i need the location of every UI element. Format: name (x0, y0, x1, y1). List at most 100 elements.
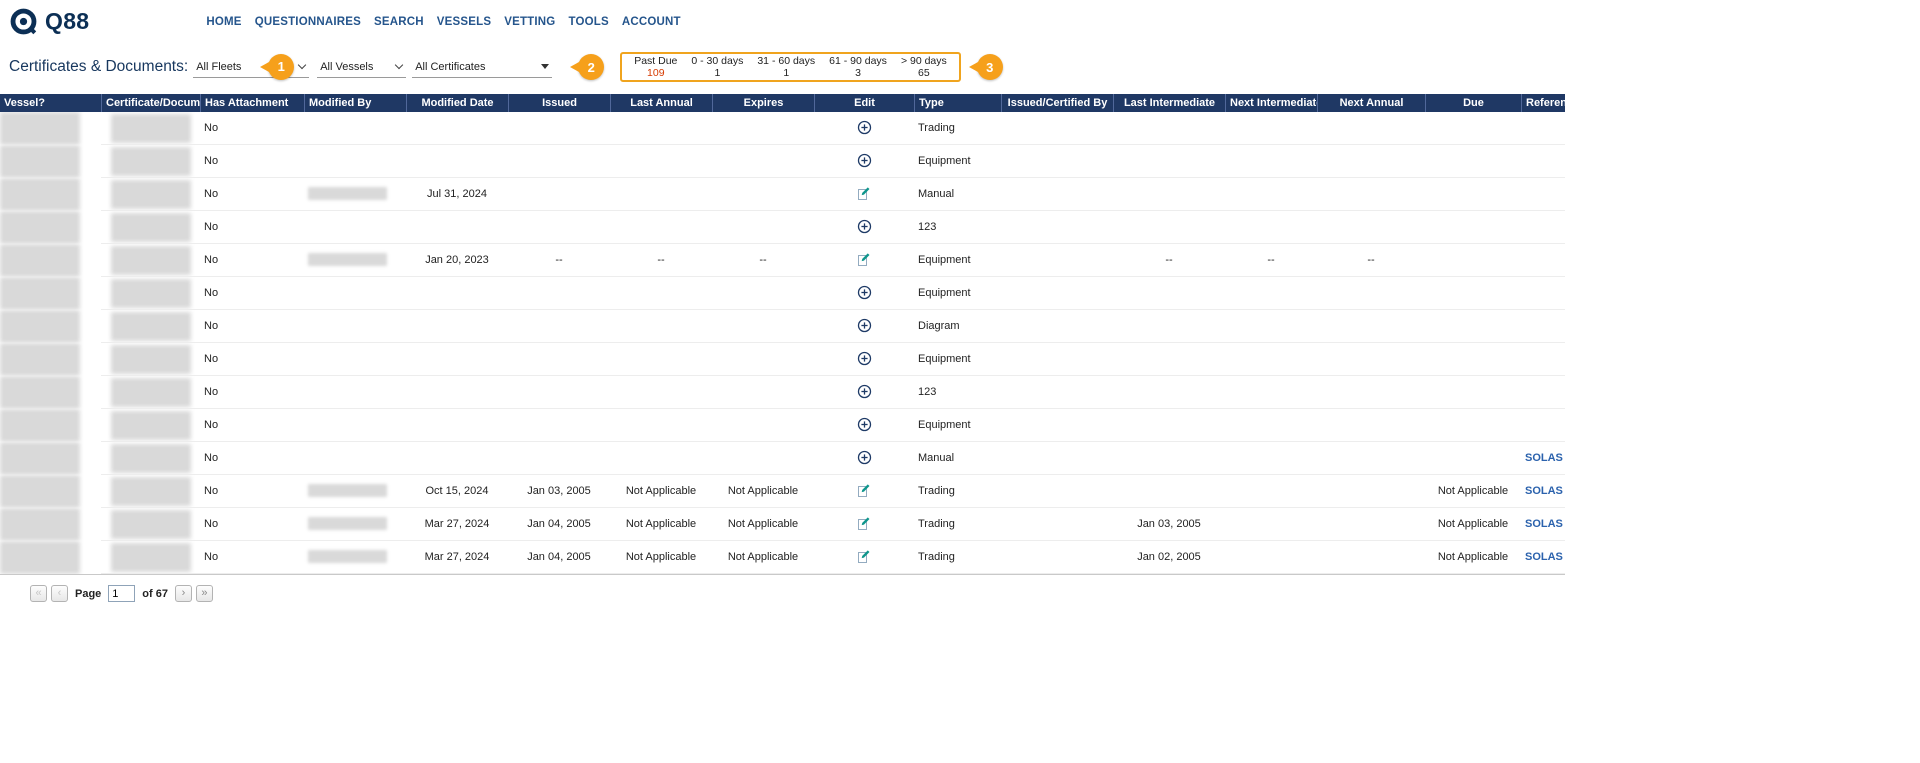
column-header-next_annual[interactable]: Next Annual (1317, 94, 1425, 112)
table-row: NoDiagram (0, 310, 1565, 343)
certificate-filter-select[interactable]: All Certificates (412, 57, 552, 78)
next-page-button[interactable]: › (175, 585, 192, 602)
add-entry-button[interactable] (857, 120, 872, 135)
summary-item-61-90-days[interactable]: 61 - 90 days3 (822, 56, 894, 78)
circle-plus-icon (857, 285, 872, 300)
column-header-certificate[interactable]: Certificate/Document? (101, 94, 200, 112)
cell-expires (712, 343, 814, 376)
cell-expires: Not Applicable (712, 541, 814, 574)
reference-link[interactable]: SOLAS (1525, 485, 1563, 497)
cell-due (1425, 178, 1521, 211)
annotation-badge-2-number: 2 (588, 60, 595, 75)
fleet-filter-select[interactable]: All Fleets 1 (193, 57, 309, 78)
add-entry-button[interactable] (857, 219, 872, 234)
pagination-bar: « ‹ Page of 67 › » (30, 585, 1920, 602)
cell-reference: SOLAS (1521, 442, 1565, 475)
column-header-expires[interactable]: Expires (712, 94, 814, 112)
column-header-vessel[interactable]: Vessel? (0, 94, 101, 112)
summary-item-31-60-days[interactable]: 31 - 60 days1 (750, 56, 822, 78)
summary-item-90-days[interactable]: > 90 days65 (894, 56, 954, 78)
add-entry-button[interactable] (857, 351, 872, 366)
column-header-has_attachment[interactable]: Has Attachment (200, 94, 304, 112)
cell-next_intermediate (1225, 310, 1317, 343)
cell-last_intermediate (1113, 112, 1225, 145)
q88-logo[interactable]: Q88 (9, 7, 89, 36)
cell-last_intermediate (1113, 145, 1225, 178)
nav-link-questionnaires[interactable]: QUESTIONNAIRES (255, 16, 361, 28)
nav-link-vetting[interactable]: VETTING (504, 16, 555, 28)
summary-item-0-30-days[interactable]: 0 - 30 days1 (684, 56, 750, 78)
cell-modified_by (304, 376, 406, 409)
cell-has_attachment: No (200, 277, 304, 310)
column-header-modified_date[interactable]: Modified Date (406, 94, 508, 112)
cell-issued_certified_by (1001, 343, 1113, 376)
last-page-button[interactable]: » (196, 585, 213, 602)
cell-next_annual (1317, 112, 1425, 145)
nav-link-account[interactable]: ACCOUNT (622, 16, 681, 28)
column-header-modified_by[interactable]: Modified By (304, 94, 406, 112)
page-number-input[interactable] (108, 585, 135, 602)
edit-note-icon (857, 549, 872, 564)
cell-issued: Jan 04, 2005 (508, 541, 610, 574)
cell-modified_by (304, 244, 406, 277)
redacted-modified_by (308, 253, 387, 266)
add-entry-button[interactable] (857, 384, 872, 399)
cell-issued_certified_by (1001, 310, 1113, 343)
nav-link-tools[interactable]: TOOLS (568, 16, 608, 28)
column-header-type[interactable]: Type (914, 94, 1001, 112)
cell-last_annual: Not Applicable (610, 541, 712, 574)
cell-reference (1521, 178, 1565, 211)
summary-label: 31 - 60 days (757, 55, 815, 67)
cell-has_attachment: No (200, 211, 304, 244)
cell-next_intermediate (1225, 442, 1317, 475)
cell-last_annual (610, 409, 712, 442)
cell-next_intermediate (1225, 343, 1317, 376)
column-header-issued_certified_by[interactable]: Issued/Certified By (1001, 94, 1113, 112)
reference-link[interactable]: SOLAS (1525, 452, 1563, 464)
cell-expires (712, 112, 814, 145)
cell-modified_date: Jul 31, 2024 (406, 178, 508, 211)
column-header-next_intermediate[interactable]: Next Intermediate (1225, 94, 1317, 112)
previous-page-button[interactable]: ‹ (51, 585, 68, 602)
cell-vessel (0, 277, 101, 310)
table-row: NoManualSOLAS (0, 442, 1565, 475)
reference-link[interactable]: SOLAS (1525, 518, 1563, 530)
column-header-reference[interactable]: Reference (1521, 94, 1565, 112)
cell-vessel (0, 112, 101, 145)
add-entry-button[interactable] (857, 318, 872, 333)
cell-modified_date (406, 277, 508, 310)
edit-entry-button[interactable] (857, 186, 872, 201)
add-entry-button[interactable] (857, 417, 872, 432)
reference-link[interactable]: SOLAS (1525, 551, 1563, 563)
edit-entry-button[interactable] (857, 252, 872, 267)
cell-certificate (101, 508, 200, 541)
nav-link-home[interactable]: HOME (206, 16, 241, 28)
cell-issued (508, 310, 610, 343)
cell-reference (1521, 343, 1565, 376)
first-page-button[interactable]: « (30, 585, 47, 602)
vessel-filter-select[interactable]: All Vessels (317, 57, 406, 78)
column-header-last_intermediate[interactable]: Last Intermediate (1113, 94, 1225, 112)
cell-issued_certified_by (1001, 508, 1113, 541)
cell-edit (814, 475, 914, 508)
add-entry-button[interactable] (857, 450, 872, 465)
edit-entry-button[interactable] (857, 483, 872, 498)
cell-last_intermediate (1113, 442, 1225, 475)
column-header-last_annual[interactable]: Last Annual (610, 94, 712, 112)
nav-link-vessels[interactable]: VESSELS (437, 16, 491, 28)
nav-link-search[interactable]: SEARCH (374, 16, 424, 28)
cell-certificate (101, 277, 200, 310)
column-header-due[interactable]: Due (1425, 94, 1521, 112)
column-header-edit[interactable]: Edit (814, 94, 914, 112)
cell-has_attachment: No (200, 244, 304, 277)
add-entry-button[interactable] (857, 153, 872, 168)
edit-entry-button[interactable] (857, 549, 872, 564)
summary-item-past-due[interactable]: Past Due109 (627, 56, 684, 78)
edit-entry-button[interactable] (857, 516, 872, 531)
cell-vessel (0, 508, 101, 541)
column-header-issued[interactable]: Issued (508, 94, 610, 112)
cell-vessel (0, 442, 101, 475)
add-entry-button[interactable] (857, 285, 872, 300)
cell-modified_by (304, 475, 406, 508)
cell-next_annual (1317, 508, 1425, 541)
